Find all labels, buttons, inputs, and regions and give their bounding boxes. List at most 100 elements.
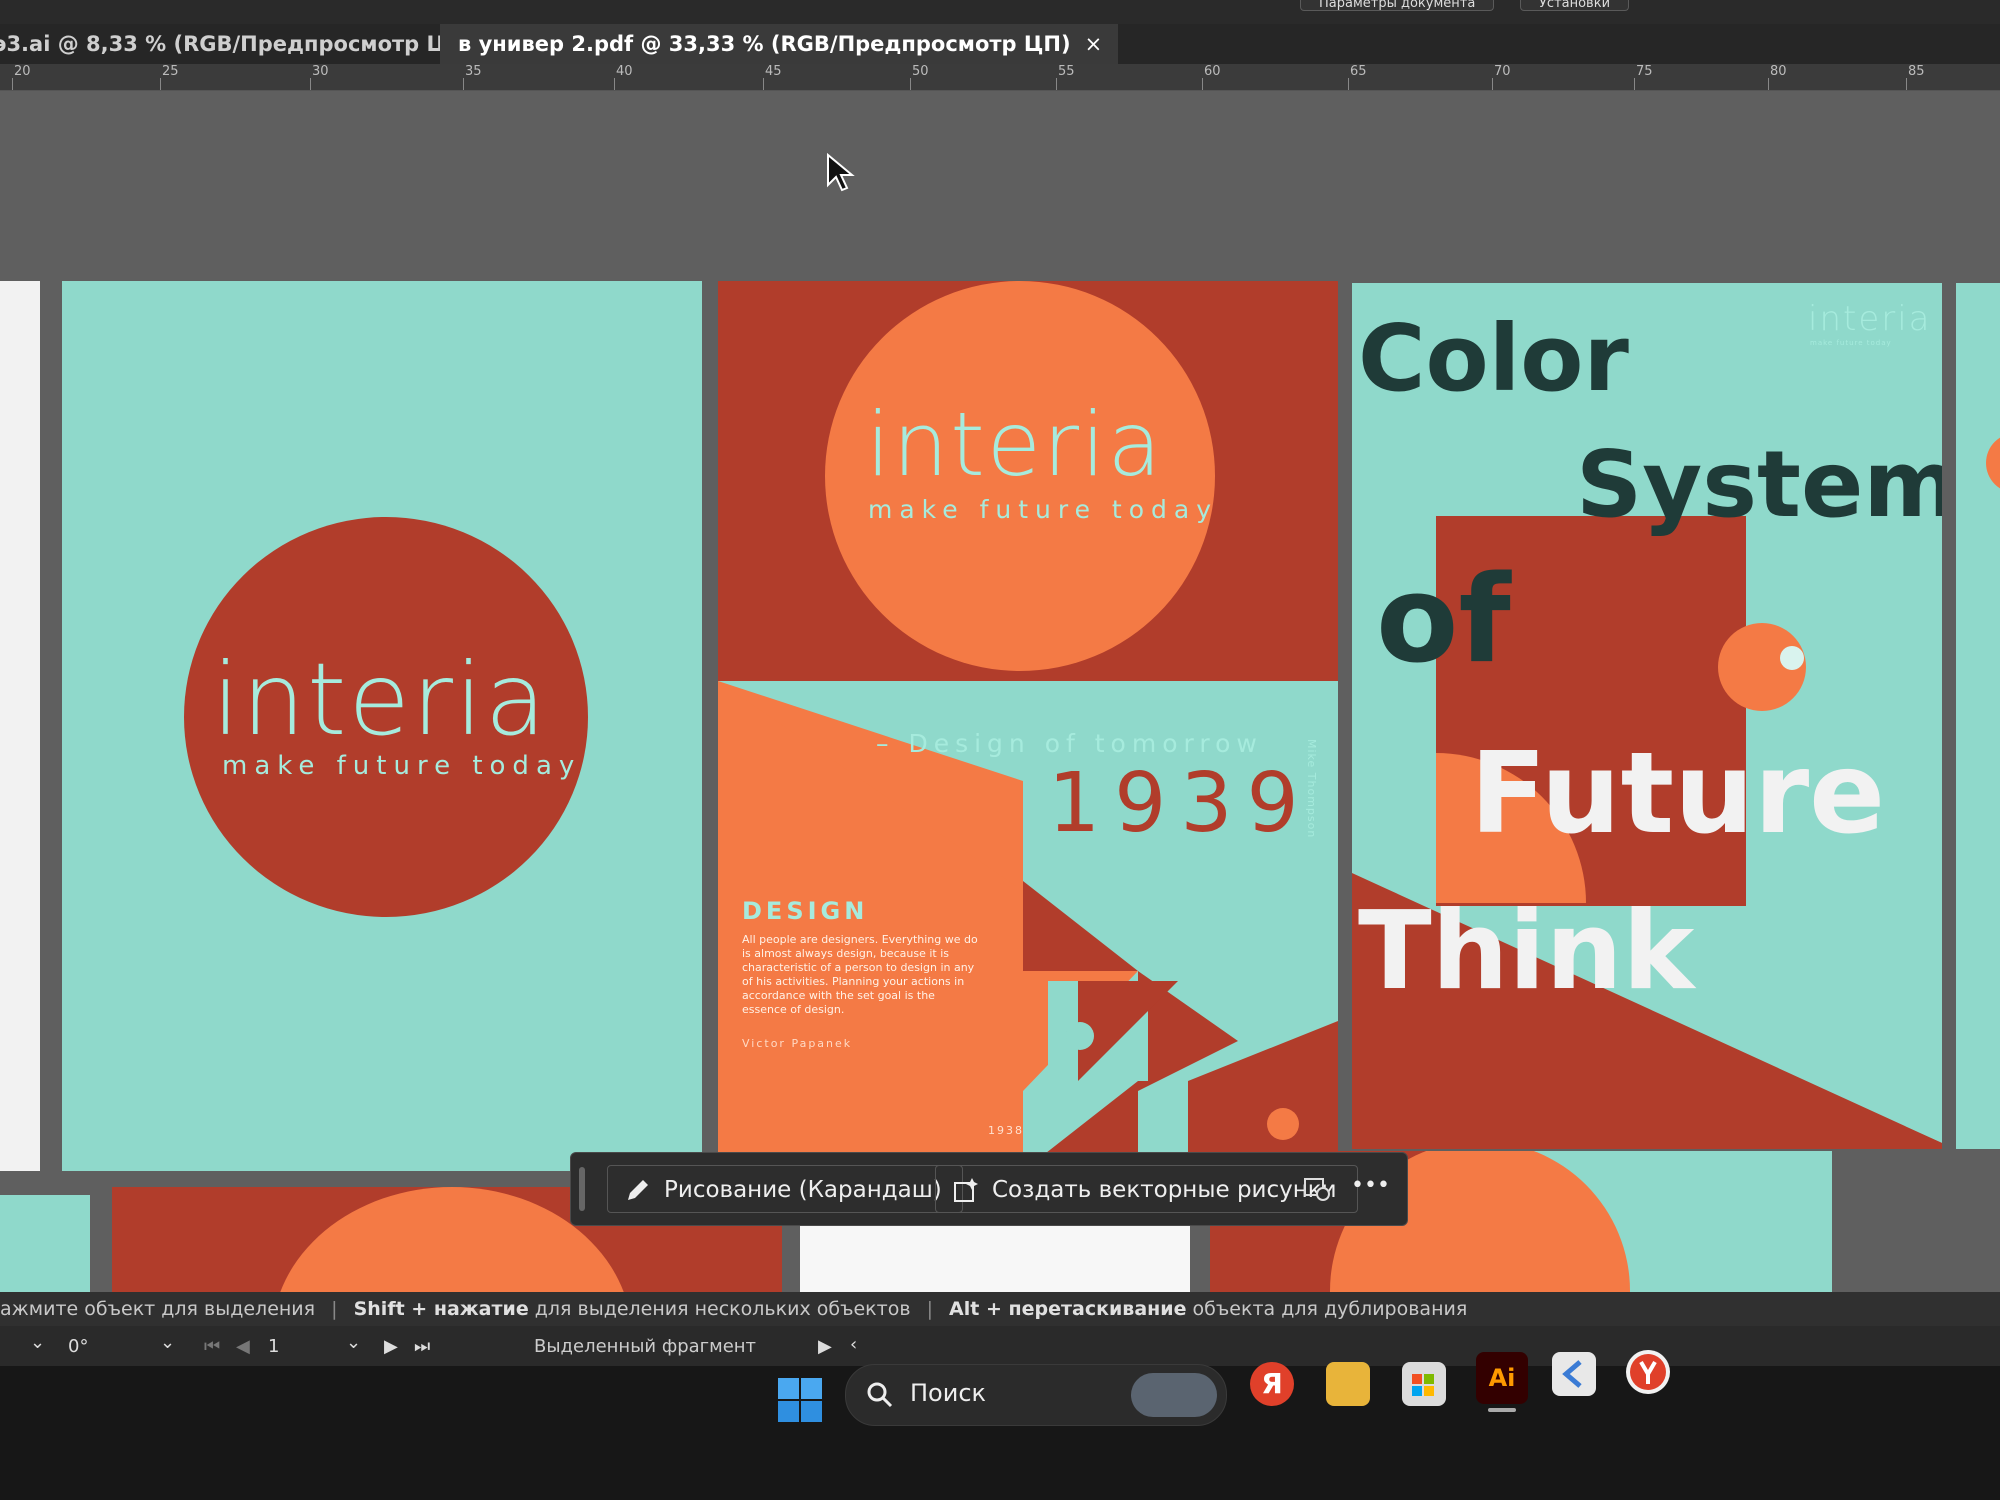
preferences-button[interactable]: Установки [1520, 0, 1630, 11]
logo-tagline: make future today [222, 751, 582, 781]
ruler-tick [763, 78, 764, 90]
taskbar-search-box[interactable]: Поиск [845, 1364, 1227, 1426]
illustrator-icon[interactable]: Ai [1476, 1352, 1528, 1404]
year-1939: 1939 [1048, 756, 1313, 851]
tab-label: э3.ai @ 8,33 % (RGB/Предпросмотр ЦП) [0, 32, 474, 56]
artboard-partial-left[interactable] [0, 281, 40, 1171]
file-explorer-icon[interactable] [1326, 1362, 1370, 1406]
microsoft-store-icon[interactable] [1402, 1362, 1446, 1406]
horizontal-ruler[interactable]: 20 25 30 35 40 45 50 55 60 65 70 75 80 8… [0, 64, 2000, 91]
ruler-tick [1348, 78, 1349, 90]
artboard-3[interactable]: interia make future today Color System o… [1352, 283, 1942, 1149]
word-of: of [1376, 551, 1511, 690]
artboard-2[interactable]: interia make future today – Design of to… [718, 281, 1338, 1171]
collapse-icon[interactable]: ‹ [850, 1334, 857, 1355]
ruler-label: 55 [1058, 64, 1075, 79]
selection-label: Выделенный фрагмент [534, 1336, 757, 1357]
ruler-label: 35 [465, 64, 482, 79]
play-icon[interactable]: ▶ [818, 1336, 832, 1357]
artboard-lower-1[interactable] [0, 1195, 90, 1292]
capcut-icon[interactable] [1552, 1352, 1596, 1396]
ruler-label: 85 [1908, 64, 1925, 79]
previous-artboard-icon[interactable]: ◀ [236, 1336, 250, 1357]
ruler-tick [1056, 78, 1057, 90]
close-icon[interactable]: × [1085, 32, 1103, 56]
word-color: Color [1358, 305, 1629, 412]
subtitle-design-of-tomorrow: – Design of tomorrow [876, 729, 1263, 758]
generate-vectors-label: Создать векторные рисунки [992, 1177, 1337, 1203]
last-artboard-icon[interactable]: ⏭ [414, 1336, 430, 1357]
orange-circle [1986, 433, 2000, 493]
word-future: Future [1470, 729, 1886, 859]
artboard-3-shapes [1352, 516, 1942, 1149]
canvas-area[interactable]: interia make future today interia make f… [0, 91, 2000, 1292]
vertical-author-name: Mike Thompson [1305, 739, 1318, 839]
status-separator: | [331, 1298, 338, 1320]
ruler-label: 70 [1494, 64, 1511, 79]
footer-year: 1938 [988, 1124, 1024, 1137]
status-separator: | [926, 1298, 933, 1320]
ruler-tick [1202, 78, 1203, 90]
design-heading: DESIGN [742, 897, 869, 925]
artboard-number-field[interactable]: 1 [268, 1336, 279, 1357]
chevron-down-icon[interactable]: ⌄ [346, 1332, 361, 1353]
chevron-down-icon[interactable]: ⌄ [160, 1332, 175, 1353]
windows-start-icon[interactable] [776, 1376, 824, 1424]
status-key-shift: Shift + нажатие [353, 1298, 529, 1320]
logo-tagline: make future today [868, 495, 1219, 524]
yandex-browser-icon[interactable] [1626, 1350, 1670, 1394]
contextual-task-bar: Рисование (Карандаш) Создать векторные р… [570, 1152, 1408, 1226]
ruler-label: 40 [616, 64, 633, 79]
status-hint-3: объекта для дублирования [1192, 1298, 1468, 1320]
rotation-field[interactable]: 0° [68, 1336, 88, 1357]
generative-vector-icon [954, 1178, 978, 1202]
first-artboard-icon[interactable]: ⏮ [204, 1336, 220, 1357]
word-think: Think [1358, 889, 1695, 1014]
document-settings-button[interactable]: Параметры документа [1300, 0, 1495, 11]
status-hint-1: ажмите объект для выделения [0, 1298, 316, 1320]
more-options-icon[interactable]: ••• [1351, 1173, 1390, 1198]
pencil-icon [628, 1180, 648, 1200]
ruler-tick [1634, 78, 1635, 90]
quote-author: Victor Papanek [742, 1037, 853, 1050]
logo-interia: interia [212, 641, 549, 758]
ruler-tick [12, 78, 13, 90]
pencil-draw-button[interactable]: Рисование (Карандаш) [607, 1165, 963, 1213]
ruler-label: 25 [162, 64, 179, 79]
ruler-label: 45 [765, 64, 782, 79]
mouse-pointer-icon [827, 153, 855, 192]
document-tabs: э3.ai @ 8,33 % (RGB/Предпросмотр ЦП) × в … [0, 24, 2000, 64]
search-icon [867, 1382, 893, 1408]
ruler-tick [1492, 78, 1493, 90]
ruler-tick [1906, 78, 1907, 90]
ruler-tick [310, 78, 311, 90]
active-app-indicator [1488, 1408, 1516, 1412]
tab-document-2[interactable]: в универ 2.pdf @ 33,33 % (RGB/Предпросмо… [440, 24, 1119, 64]
yandex-icon[interactable]: Я [1250, 1362, 1294, 1406]
design-quote-text: All people are designers. Everything we … [742, 933, 978, 1016]
pencil-draw-label: Рисование (Карандаш) [664, 1177, 942, 1203]
logo-interia: interia [866, 393, 1164, 496]
artboard-1[interactable]: interia make future today [62, 281, 702, 1171]
status-key-alt: Alt + перетаскивание [949, 1298, 1187, 1320]
search-label: Поиск [910, 1379, 987, 1407]
logo-tagline: make future today [1810, 339, 1892, 347]
chevron-down-icon[interactable]: ⌄ [30, 1332, 45, 1353]
search-highlight-image [1131, 1373, 1217, 1417]
generate-vectors-button[interactable]: Создать векторные рисунки [935, 1165, 1358, 1213]
ruler-label: 75 [1636, 64, 1653, 79]
artboard-settings-icon[interactable] [1303, 1175, 1331, 1203]
ruler-tick [910, 78, 911, 90]
status-hint-2: для выделения нескольких объектов [534, 1298, 911, 1320]
ruler-tick [463, 78, 464, 90]
ruler-tick [1768, 78, 1769, 90]
next-artboard-icon[interactable]: ▶ [384, 1336, 398, 1357]
word-system: System [1576, 431, 1942, 538]
artboard-partial-right[interactable] [1956, 283, 2000, 1149]
ruler-tick [614, 78, 615, 90]
ruler-label: 60 [1204, 64, 1221, 79]
capcut-glyph-icon [1562, 1360, 1582, 1388]
app-top-strip: Параметры документа Установки [0, 0, 2000, 26]
ruler-label: 20 [14, 64, 31, 79]
drag-handle[interactable] [579, 1167, 585, 1211]
